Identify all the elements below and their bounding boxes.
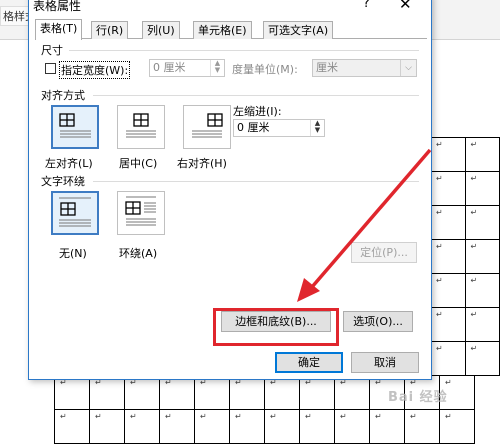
wrap-around-label[interactable]: 环绕(A) xyxy=(119,245,157,261)
align-left-option[interactable] xyxy=(51,105,99,149)
table-cell[interactable]: ↵ xyxy=(334,409,370,444)
watermark-logo: Bai 经验 xyxy=(388,390,448,405)
size-section-label: 尺寸 xyxy=(41,44,63,57)
measure-unit-select[interactable]: 厘米 ⌵ xyxy=(312,59,417,77)
table-cell[interactable]: ↵ xyxy=(430,341,466,376)
align-right-option[interactable] xyxy=(183,105,231,149)
measure-value: 厘米 xyxy=(316,61,338,74)
table-cell[interactable]: ↵ xyxy=(430,239,466,274)
table-cell[interactable]: ↵ xyxy=(334,375,370,410)
dialog-title: 表格属性 xyxy=(33,0,82,13)
options-button[interactable]: 选项(O)... xyxy=(343,311,413,332)
left-indent-label: 左缩进(I): xyxy=(233,105,282,118)
table-cell[interactable]: ↵ xyxy=(464,171,500,206)
table-cell[interactable]: ↵ xyxy=(89,409,125,444)
width-spinner[interactable]: 0 厘米 ▲ ▼ xyxy=(149,59,225,77)
align-center-icon xyxy=(126,113,156,138)
table-cell[interactable]: ↵ xyxy=(430,171,466,206)
table-row: ↵ ↵ xyxy=(430,307,500,342)
close-icon[interactable]: ✕ xyxy=(399,0,412,13)
table-cell[interactable]: ↵ xyxy=(439,409,475,444)
wrap-none-option[interactable] xyxy=(51,191,99,235)
align-center-label[interactable]: 居中(C) xyxy=(119,155,157,171)
preferred-width-label[interactable]: 指定宽度(W): xyxy=(59,61,131,79)
dialog-tabs: 表格(T) 行(R) 列(U) 单元格(E) 可选文字(A) xyxy=(35,19,427,40)
table-cell[interactable]: ↵ xyxy=(369,409,405,444)
size-divider xyxy=(69,50,419,51)
table-cell[interactable]: ↵ xyxy=(194,409,230,444)
measure-label: 度量单位(M): xyxy=(232,63,298,76)
align-right-icon xyxy=(192,113,223,138)
table-cell[interactable]: ↵ xyxy=(124,409,160,444)
wrap-around-icon xyxy=(125,196,156,226)
help-icon[interactable]: ? xyxy=(363,0,370,11)
wrap-around-option[interactable] xyxy=(117,191,165,235)
table-cell[interactable]: ↵ xyxy=(89,375,125,410)
table-cell[interactable]: ↵ xyxy=(54,375,90,410)
table-cell[interactable]: ↵ xyxy=(159,409,195,444)
table-row: ↵ ↵ xyxy=(430,273,500,308)
table-cell[interactable]: ↵ xyxy=(430,205,466,240)
table-cell[interactable]: ↵ xyxy=(159,375,195,410)
table-cell[interactable]: ↵ xyxy=(464,137,500,172)
width-value: 0 厘米 xyxy=(153,61,186,74)
table-cell[interactable]: ↵ xyxy=(430,307,466,342)
positioning-button[interactable]: 定位(P)... xyxy=(351,242,417,263)
table-cell[interactable]: ↵ xyxy=(464,239,500,274)
table-cell[interactable]: ↵ xyxy=(430,137,466,172)
ok-button[interactable]: 确定 xyxy=(275,352,343,373)
preferred-width-checkbox[interactable] xyxy=(45,63,56,74)
table-tab-panel: 尺寸 指定宽度(W): 0 厘米 ▲▼ 度量单位(M): 厘米 ⌵ 对齐方式 xyxy=(35,39,427,345)
table-cell[interactable]: ↵ xyxy=(229,375,265,410)
table-row: ↵ ↵ xyxy=(430,205,500,240)
dialog-title-bar[interactable]: 表格属性 ? ✕ xyxy=(29,0,431,17)
align-left-label[interactable]: 左对齐(L) xyxy=(45,155,93,171)
chevron-down-icon[interactable]: ⌵ xyxy=(400,60,416,76)
wrapping-section-label: 文字环绕 xyxy=(41,175,85,188)
spinner-arrows-icon[interactable]: ▲ ▼ xyxy=(310,120,324,136)
cancel-button[interactable]: 取消 xyxy=(351,352,419,373)
tab-row[interactable]: 行(R) xyxy=(91,21,129,39)
table-cell[interactable]: ↵ xyxy=(264,409,300,444)
table-cell[interactable]: ↵ xyxy=(464,307,500,342)
table-cell[interactable]: ↵ xyxy=(430,273,466,308)
tab-column[interactable]: 列(U) xyxy=(142,21,180,39)
table-cell[interactable]: ↵ xyxy=(264,375,300,410)
table-row: ↵ ↵ ↵ ↵ ↵ ↵ ↵ ↵ ↵ ↵ ↵ ↵ xyxy=(54,409,475,444)
tab-cell[interactable]: 单元格(E) xyxy=(193,21,252,39)
table-cell[interactable]: ↵ xyxy=(229,409,265,444)
table-cell[interactable]: ↵ xyxy=(299,409,335,444)
table-row: ↵ ↵ xyxy=(430,341,500,376)
tab-table[interactable]: 表格(T) xyxy=(35,19,83,40)
align-center-option[interactable] xyxy=(117,105,165,149)
table-cell[interactable]: ↵ xyxy=(404,409,440,444)
table-cell[interactable]: ↵ xyxy=(54,409,90,444)
tab-alt-text[interactable]: 可选文字(A) xyxy=(263,21,334,39)
indent-value: 0 厘米 xyxy=(237,121,270,134)
alignment-divider xyxy=(93,95,419,96)
annotation-highlight-box xyxy=(213,308,339,346)
table-cell[interactable]: ↵ xyxy=(124,375,160,410)
table-cell[interactable]: ↵ xyxy=(464,205,500,240)
wrap-none-label[interactable]: 无(N) xyxy=(59,245,87,261)
wrapping-divider xyxy=(93,181,419,182)
align-right-label[interactable]: 右对齐(H) xyxy=(177,155,227,171)
table-row: ↵ ↵ xyxy=(430,137,500,172)
alignment-section-label: 对齐方式 xyxy=(41,89,85,102)
align-left-icon xyxy=(59,113,91,138)
spinner-arrows-icon[interactable]: ▲ ▼ xyxy=(210,60,224,76)
table-cell[interactable]: ↵ xyxy=(464,273,500,308)
wrap-none-icon xyxy=(59,197,91,227)
left-indent-spinner[interactable]: 0 厘米 ▲ ▼ xyxy=(233,119,325,137)
table-cell[interactable]: ↵ xyxy=(299,375,335,410)
table-row: ↵ ↵ xyxy=(430,239,500,274)
table-cell[interactable]: ↵ xyxy=(194,375,230,410)
table-cell[interactable]: ↵ xyxy=(464,341,500,376)
document-table-right: ↵ ↵ ↵ ↵ ↵ ↵ ↵ ↵ ↵ ↵ ↵ ↵ ↵ ↵ xyxy=(430,137,500,376)
table-row: ↵ ↵ xyxy=(430,171,500,206)
